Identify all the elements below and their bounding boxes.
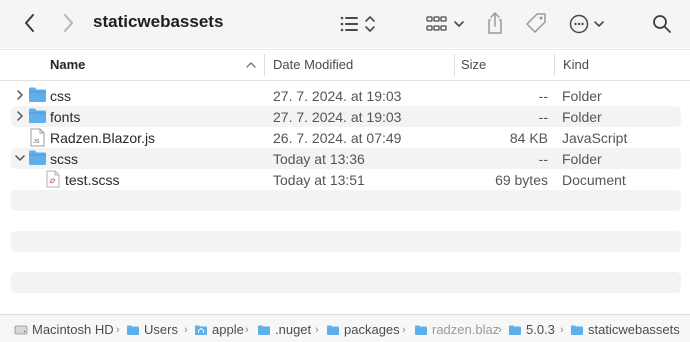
path-item-label: 5.0.3 — [526, 322, 555, 337]
path-item[interactable]: staticwebassets — [570, 322, 680, 337]
search-button[interactable] — [650, 12, 674, 36]
column-kind[interactable]: Kind — [563, 57, 589, 72]
finder-window: staticwebassets Name Date Modified Size … — [0, 0, 690, 342]
path-separator-icon: › — [315, 324, 319, 336]
column-divider[interactable] — [264, 54, 265, 76]
disclosure-expanded-icon[interactable] — [15, 153, 25, 163]
folder-icon — [127, 325, 139, 335]
list-item[interactable]: fonts 27. 7. 2024. at 19:03 -- Folder — [11, 106, 681, 127]
file-size: -- — [538, 109, 548, 125]
path-bar: Macintosh HD › Users › apple › .nuget › … — [0, 314, 690, 342]
file-name: Radzen.Blazor.js — [50, 130, 156, 146]
path-item-label: packages — [344, 322, 400, 337]
file-size: 69 bytes — [495, 172, 548, 188]
path-item-label: Users — [144, 322, 178, 337]
folder-icon — [571, 325, 583, 335]
js-file-icon: JS — [30, 128, 45, 147]
grid-icon — [426, 16, 464, 31]
file-kind: Folder — [562, 151, 602, 167]
file-name: css — [50, 88, 71, 104]
path-separator-icon: › — [116, 324, 120, 336]
forward-button[interactable] — [56, 11, 80, 35]
path-item-label: apple — [212, 322, 244, 337]
file-kind: Folder — [562, 88, 602, 104]
column-size[interactable]: Size — [461, 57, 486, 72]
sort-ascending-icon[interactable] — [245, 59, 257, 71]
path-item[interactable]: packages — [326, 322, 400, 337]
file-date: Today at 13:51 — [273, 172, 365, 188]
share-icon — [488, 12, 502, 34]
back-button[interactable] — [18, 11, 42, 35]
path-item-label: radzen.blaz — [432, 322, 500, 337]
folder-icon — [258, 325, 270, 335]
folder-icon — [29, 87, 46, 102]
column-divider[interactable] — [454, 54, 455, 76]
column-date-modified[interactable]: Date Modified — [273, 57, 353, 72]
file-kind: Folder — [562, 109, 602, 125]
chevron-right-icon — [64, 14, 73, 32]
list-view-button[interactable] — [338, 12, 380, 36]
window-title: staticwebassets — [93, 12, 224, 31]
svg-text:JS: JS — [34, 139, 41, 145]
column-divider[interactable] — [554, 54, 555, 76]
ellipsis-circle-icon — [569, 14, 604, 34]
column-header: Name Date Modified Size Kind — [0, 49, 690, 81]
file-date: Today at 13:36 — [273, 151, 365, 167]
folder-icon — [29, 150, 46, 165]
file-kind: JavaScript — [562, 130, 628, 146]
file-size: -- — [538, 88, 548, 104]
path-item-label: Macintosh HD — [32, 322, 114, 337]
drive-icon — [14, 325, 28, 334]
folder-icon — [29, 108, 46, 123]
empty-row — [11, 231, 681, 252]
scss-file-icon — [46, 170, 60, 188]
path-item-label: .nuget — [275, 322, 312, 337]
list-item[interactable]: css 27. 7. 2024. at 19:03 -- Folder — [11, 85, 681, 106]
list-item[interactable]: scss Today at 13:36 -- Folder — [11, 148, 681, 169]
list-item[interactable]: JS Radzen.Blazor.js 26. 7. 2024. at 07:4… — [11, 127, 681, 148]
path-separator-icon: › — [245, 324, 249, 336]
more-actions-button[interactable] — [568, 11, 610, 37]
chevron-left-icon — [25, 14, 34, 32]
path-item[interactable]: .nuget — [257, 322, 311, 337]
folder-icon — [327, 325, 339, 335]
file-date: 26. 7. 2024. at 07:49 — [273, 130, 402, 146]
file-name: fonts — [50, 109, 81, 125]
home-folder-icon — [195, 325, 207, 335]
column-name[interactable]: Name — [50, 57, 85, 72]
disclosure-collapsed-icon[interactable] — [15, 111, 25, 121]
toolbar: staticwebassets — [0, 0, 690, 48]
folder-icon — [509, 325, 521, 335]
path-item[interactable]: 5.0.3 — [508, 322, 555, 337]
path-item[interactable]: apple — [194, 322, 244, 337]
file-date: 27. 7. 2024. at 19:03 — [273, 88, 402, 104]
file-date: 27. 7. 2024. at 19:03 — [273, 109, 402, 125]
path-separator-icon: › — [184, 324, 188, 336]
path-separator-icon: › — [498, 324, 502, 336]
empty-row — [11, 272, 681, 293]
list-view-icon — [340, 16, 375, 32]
tag-button[interactable] — [523, 11, 549, 37]
empty-row — [11, 190, 681, 211]
disclosure-collapsed-icon[interactable] — [15, 90, 25, 100]
search-icon — [653, 15, 671, 33]
share-button[interactable] — [484, 10, 506, 36]
folder-icon — [415, 325, 427, 335]
file-kind: Document — [562, 172, 626, 188]
file-size: -- — [538, 151, 548, 167]
path-separator-icon: › — [560, 324, 564, 336]
file-size: 84 KB — [509, 130, 548, 146]
file-name: scss — [50, 151, 78, 167]
file-name: test.scss — [65, 172, 120, 188]
path-item[interactable]: radzen.blaz — [414, 322, 499, 337]
path-item-label: staticwebassets — [588, 322, 680, 337]
path-item[interactable]: Users — [126, 322, 178, 337]
path-separator-icon: › — [402, 324, 406, 336]
path-item[interactable]: Macintosh HD — [14, 322, 114, 337]
tag-icon — [526, 13, 546, 33]
list-item[interactable]: test.scss Today at 13:51 69 bytes Docume… — [11, 169, 681, 190]
file-list: css 27. 7. 2024. at 19:03 -- Folder font… — [0, 80, 690, 310]
group-view-button[interactable] — [425, 12, 467, 36]
